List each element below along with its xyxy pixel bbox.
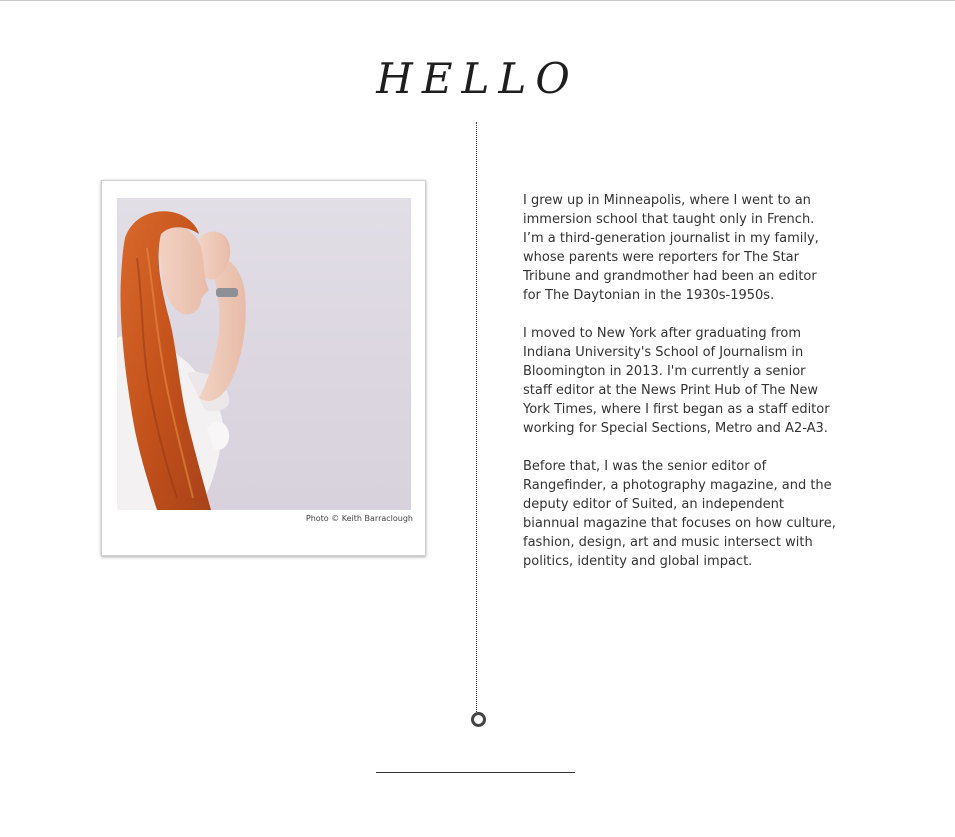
bio-paragraph: Before that, I was the senior editor of … <box>523 459 836 569</box>
top-divider <box>0 0 955 1</box>
timeline-end-circle-icon <box>471 712 486 727</box>
photo-credit: Photo © Keith Barraclough <box>305 514 413 523</box>
bottom-divider <box>376 772 575 773</box>
portrait-photo[interactable] <box>117 198 411 510</box>
bio-paragraph: I moved to New York after graduating fro… <box>523 326 830 436</box>
bio-text: I grew up in Minneapolis, where I went t… <box>523 191 838 590</box>
polaroid-photo-frame: Photo © Keith Barraclough <box>101 180 426 556</box>
bio-paragraph: I grew up in Minneapolis, where I went t… <box>523 193 819 303</box>
page-title: HELLO <box>376 54 579 103</box>
timeline-dotted-line <box>476 122 477 712</box>
